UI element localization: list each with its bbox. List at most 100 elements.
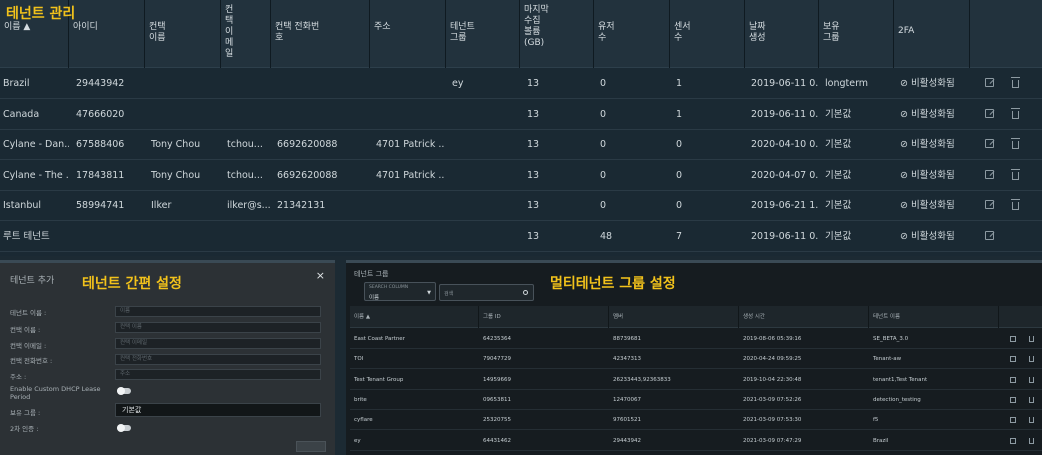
search-icon[interactable] (523, 290, 528, 295)
group-column-members[interactable]: 멤버 (609, 306, 739, 328)
column-header-tenant-group[interactable]: 테넌트 그룹 (446, 0, 520, 68)
cell-twofa: ⊘ 비활성화됨 (900, 139, 955, 151)
trash-icon[interactable] (1011, 77, 1024, 90)
column-header-contact-phone[interactable]: 컨택 전화번 호 (271, 0, 370, 68)
list-item[interactable]: brite 09653811 12470067 2021-03-09 07:52:26… (350, 390, 1042, 410)
cell-retention: 기본값 (825, 108, 852, 120)
edit-icon[interactable] (985, 200, 997, 212)
table-row[interactable]: Brazil 29443942 ey 13 0 1 2019-06-11 0... longt… (0, 69, 1042, 99)
add-tenant-dialog: 테넌트 추가 × 테넌트 간편 설정 테넌트 이름 : 이름 컨택 이름 : 컨… (0, 260, 335, 455)
group-cell-tenants: Tenant-aw (873, 356, 902, 363)
edit-icon[interactable] (1010, 336, 1016, 342)
cell-contact-email (224, 222, 270, 252)
trash-icon[interactable] (1011, 107, 1024, 121)
edit-icon[interactable] (1010, 396, 1016, 403)
column-header-retention[interactable]: 보유 그룹 (819, 0, 894, 68)
edit-icon[interactable] (1010, 437, 1016, 444)
trash-icon-shape (1011, 77, 1020, 88)
trash-icon[interactable] (1029, 396, 1034, 403)
list-item[interactable]: ey 64431462 29443942 2021-03-09 07:47:29 Bra… (350, 431, 1042, 451)
dialog-title: 테넌트 추가 (10, 276, 55, 286)
cell-twofa: ⊘ 비활성화됨 (900, 231, 955, 242)
table-row[interactable]: Canada 47666020 13 0 1 2019-06-11 0... 기본값 ⊘ 비활… (0, 100, 1042, 130)
column-header-id[interactable]: 아이디 (69, 0, 145, 68)
column-header-contact-email[interactable]: 컨 택 이 메 일 (221, 0, 271, 68)
group-cell-members: 12470067 (613, 396, 641, 403)
column-header-sensors[interactable]: 센서 수 (670, 0, 745, 68)
table-row[interactable]: Istanbul 58994741 Ilker ilker@s... 21342131 1… (0, 191, 1042, 222)
close-icon[interactable]: × (316, 269, 325, 282)
column-header-created[interactable]: 날짜 생성 (745, 0, 819, 68)
trash-icon[interactable] (1029, 437, 1034, 444)
contact-email-input[interactable]: 컨택 이메일 (115, 338, 321, 349)
cell-id: 47666020 (76, 108, 125, 120)
tenant-name-input[interactable]: 이름 (115, 306, 321, 317)
group-cell-members: 26233443,92363833 (613, 376, 671, 383)
group-column-tenants[interactable]: 테넌트 이름 (869, 306, 999, 328)
group-column-created[interactable]: 생성 시간 (739, 306, 869, 328)
cell-id: 67588406 (76, 139, 125, 151)
trash-icon[interactable] (1029, 376, 1034, 383)
contact-name-input[interactable]: 컨택 이름 (115, 322, 321, 333)
group-cell-created: 2021-03-09 07:47:29 (743, 437, 802, 444)
address-label: 주소 : (10, 373, 27, 381)
cell-contact-phone (274, 69, 369, 99)
search-column-label: SEARCH COLUMN (369, 285, 409, 290)
cell-name: Canada (3, 108, 40, 120)
cell-sensors: 1 (676, 108, 683, 120)
chevron-down-icon: ▼ (427, 290, 431, 296)
table-row[interactable]: 루트 테넌트 13 48 7 2019-06-11 0... 기본값 ⊘ 비활성화됨 (0, 222, 1042, 252)
edit-icon[interactable] (1010, 356, 1016, 363)
contact-phone-input[interactable]: 컨택 전화번호 (115, 354, 321, 365)
trash-icon[interactable] (1011, 168, 1024, 182)
cell-contact-name: Ilker (151, 200, 172, 212)
dhcp-lease-toggle[interactable] (117, 387, 131, 395)
table-row[interactable]: Cylane - Dan... 67588406 Tony Chou tchou...… (0, 130, 1042, 161)
list-item[interactable]: cyflare 25320755 97601521 2021-03-09 07:53:… (350, 410, 1042, 431)
edit-icon[interactable] (985, 139, 997, 151)
two-factor-toggle[interactable] (117, 424, 131, 432)
trash-icon[interactable] (1029, 336, 1034, 342)
trash-icon-shape (1011, 168, 1020, 180)
trash-icon[interactable] (1029, 356, 1034, 363)
table-row[interactable]: Cylane - The ... 17843811 Tony Chou tchou..… (0, 161, 1042, 191)
list-item[interactable]: TOI 79047729 42347313 2020-04-24 09:59:25 Te… (350, 349, 1042, 370)
address-input[interactable]: 주소 (115, 369, 321, 380)
group-cell-group-id: 25320755 (483, 417, 511, 424)
column-header-address[interactable]: 주소 (370, 0, 446, 68)
list-item[interactable]: East Coast Partner 64235364 88739681 2019-0… (350, 329, 1042, 349)
trash-icon-shape (1011, 138, 1020, 150)
column-header-actions (970, 0, 1042, 68)
column-header-last-volume[interactable]: 마지막 수집 볼륨 (GB) (520, 0, 594, 68)
edit-icon[interactable] (985, 231, 997, 243)
column-header-contact-name[interactable]: 컨택 이름 (145, 0, 221, 68)
trash-icon[interactable] (1011, 199, 1024, 212)
edit-icon[interactable] (1010, 376, 1016, 383)
group-column-id[interactable]: 그룹 ID (479, 306, 609, 328)
group-column-name[interactable]: 이름 ▲ (350, 306, 479, 328)
search-column-select[interactable]: SEARCH COLUMN 이름 ▼ (364, 282, 436, 301)
cell-id: 29443942 (76, 78, 125, 89)
cell-address: 4701 Patrick ... (376, 169, 445, 181)
edit-icon[interactable] (985, 108, 997, 121)
contact-name-label: 컨택 이름 : (10, 326, 41, 334)
list-item[interactable]: Test Tenant Group 14959669 26233443,923638… (350, 370, 1042, 390)
column-header-2fa[interactable]: 2FA (894, 0, 970, 68)
edit-icon[interactable] (985, 169, 997, 182)
cell-address: 4701 Patrick ... (376, 139, 445, 151)
trash-icon[interactable] (1029, 417, 1034, 424)
retention-group-select[interactable]: 기본값 (115, 403, 321, 417)
cell-contact-email: ilker@s... (227, 200, 270, 212)
search-input[interactable]: 검색 (439, 284, 534, 301)
cell-name: Cylane - Dan... (3, 139, 69, 151)
cell-contact-phone: 21342131 (277, 200, 326, 212)
cell-sensors: 1 (676, 78, 683, 89)
trash-icon[interactable] (1011, 138, 1024, 151)
column-header-users[interactable]: 유저 수 (594, 0, 670, 68)
cell-id (73, 222, 145, 252)
edit-icon[interactable] (985, 78, 997, 90)
group-cell-created: 2021-03-09 07:53:30 (743, 417, 802, 424)
cell-contact-phone: 6692620088 (277, 169, 338, 181)
save-button[interactable] (296, 441, 326, 452)
edit-icon[interactable] (1010, 417, 1016, 424)
